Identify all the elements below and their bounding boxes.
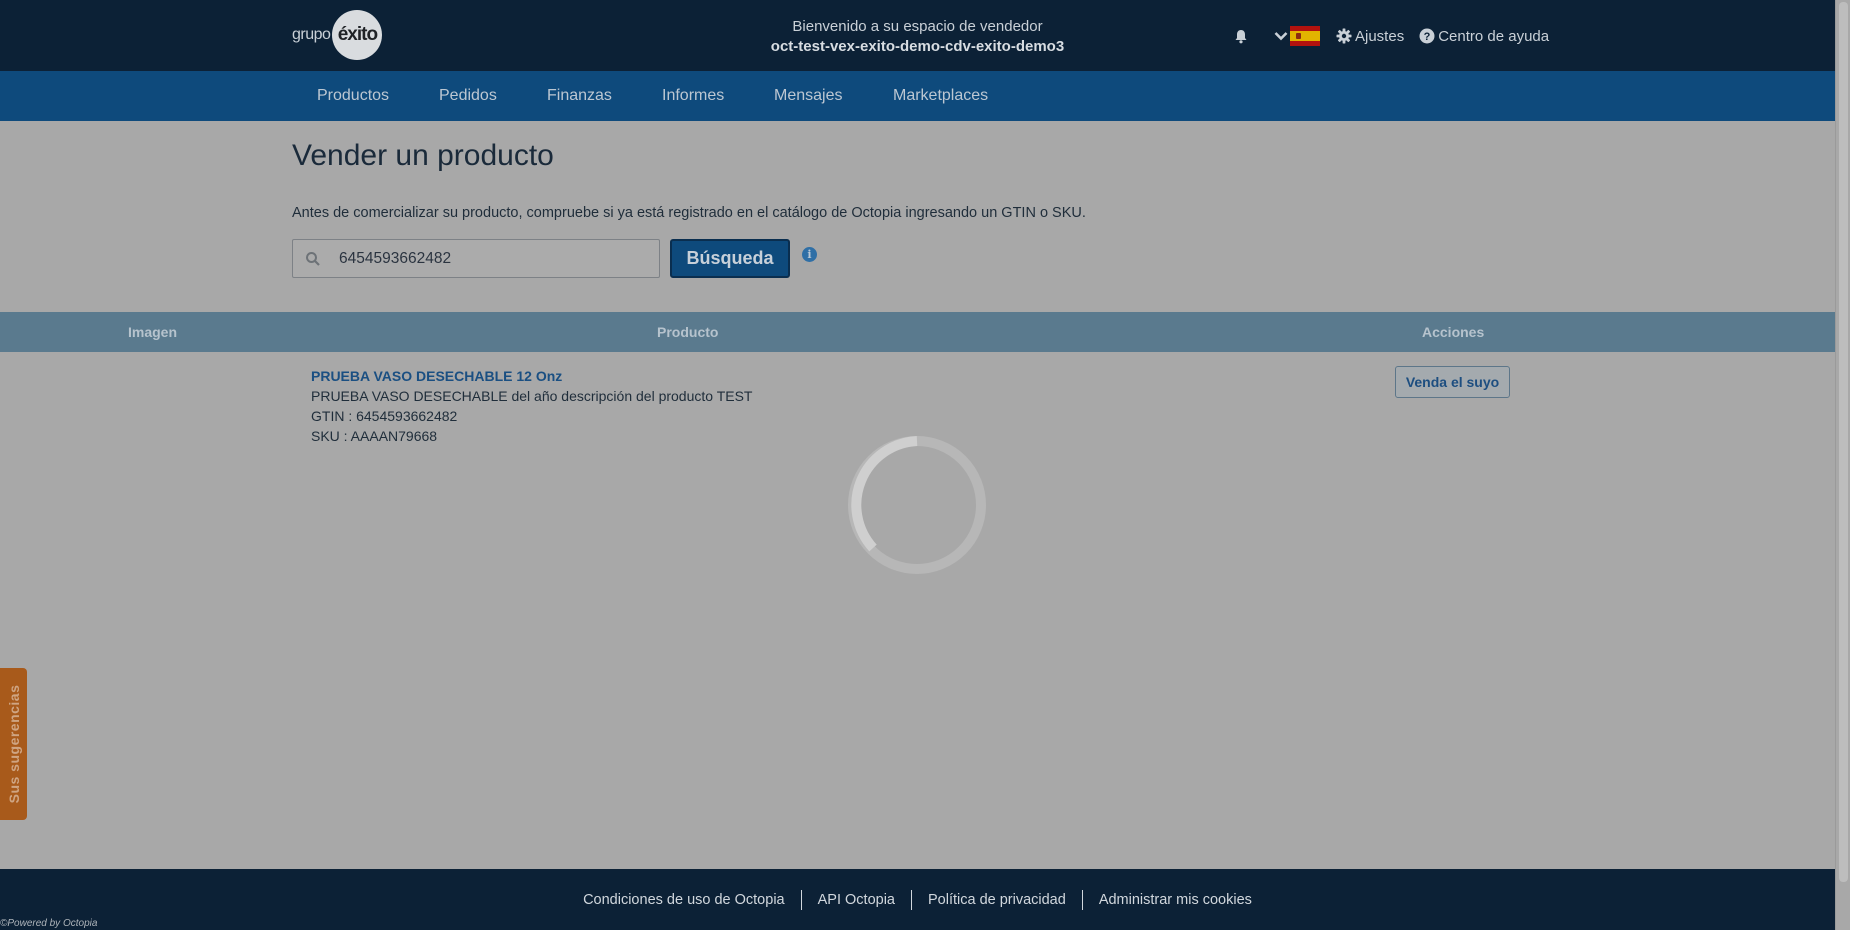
footer-links: Condiciones de uso de Octopia API Octopi… (0, 890, 1835, 910)
logo-exito-mark: éxito (332, 10, 383, 60)
column-header-imagen: Imagen (128, 324, 178, 340)
results-table-header: Imagen Producto Acciones (0, 312, 1835, 352)
intro-text: Antes de comercializar su producto, comp… (292, 205, 1086, 221)
sell-yours-button[interactable]: Venda el suyo (1395, 366, 1510, 398)
product-sku: SKU : AAAAN79668 (311, 428, 438, 444)
help-center-label: Centro de ayuda (1438, 27, 1550, 45)
product-description: PRUEBA VASO DESECHABLE del año descripci… (311, 388, 753, 404)
footer-link-privacy[interactable]: Política de privacidad (910, 890, 1082, 910)
spain-flag-icon[interactable] (1290, 26, 1320, 46)
welcome-block: Bienvenido a su espacio de vendedor oct-… (660, 17, 1175, 57)
search-input[interactable] (339, 240, 649, 277)
welcome-text: Bienvenido a su espacio de vendedor (792, 18, 1043, 35)
suggestions-label: Sus sugerencias (5, 684, 22, 804)
settings-link[interactable]: Ajustes (1336, 28, 1404, 45)
gear-icon (1336, 28, 1352, 44)
page-title: Vender un producto (292, 139, 554, 172)
product-name-link[interactable]: PRUEBA VASO DESECHABLE 12 Onz (311, 368, 562, 384)
help-circle-icon: ? (1419, 28, 1435, 44)
grupo-exito-logo[interactable]: grupo éxito (292, 10, 383, 60)
powered-by-text: ©Powered by Octopia (0, 918, 98, 929)
nav-item-finanzas[interactable]: Finanzas (547, 71, 612, 121)
info-icon[interactable]: i (802, 247, 817, 262)
nav-item-marketplaces[interactable]: Marketplaces (893, 71, 988, 121)
nav-item-productos[interactable]: Productos (317, 71, 389, 121)
nav-item-informes[interactable]: Informes (662, 71, 724, 121)
svg-text:?: ? (1424, 31, 1431, 43)
nav-item-mensajes[interactable]: Mensajes (774, 71, 842, 121)
logo-grupo-text: grupo (292, 26, 331, 43)
search-button[interactable]: Búsqueda (670, 239, 790, 278)
main-nav: Productos Pedidos Finanzas Informes Mens… (0, 71, 1835, 121)
scrollbar-thumb[interactable] (1839, 2, 1848, 882)
column-header-acciones: Acciones (1422, 324, 1485, 340)
chevron-down-icon[interactable] (1274, 28, 1288, 45)
header-actions: Ajustes ? Centro de ayuda (1230, 24, 1549, 48)
top-header: grupo éxito Bienvenido a su espacio de v… (0, 0, 1835, 71)
search-icon (305, 251, 321, 272)
loading-spinner-icon (848, 436, 986, 574)
settings-label: Ajustes (1355, 27, 1405, 45)
nav-item-pedidos[interactable]: Pedidos (439, 71, 497, 121)
suggestions-tab[interactable]: Sus sugerencias (0, 668, 27, 820)
search-field[interactable] (292, 239, 660, 278)
column-header-producto: Producto (657, 324, 719, 340)
page-scrollbar[interactable] (1835, 0, 1850, 930)
footer-link-terms[interactable]: Condiciones de uso de Octopia (567, 890, 801, 910)
footer-link-api[interactable]: API Octopia (800, 890, 911, 910)
footer: Condiciones de uso de Octopia API Octopi… (0, 869, 1835, 930)
bell-icon[interactable] (1230, 29, 1252, 44)
product-gtin: GTIN : 6454593662482 (311, 408, 458, 424)
footer-link-cookies[interactable]: Administrar mis cookies (1081, 890, 1268, 910)
help-center-link[interactable]: ? Centro de ayuda (1419, 28, 1549, 45)
seller-id: oct-test-vex-exito-demo-cdv-exito-demo3 (770, 38, 1065, 55)
